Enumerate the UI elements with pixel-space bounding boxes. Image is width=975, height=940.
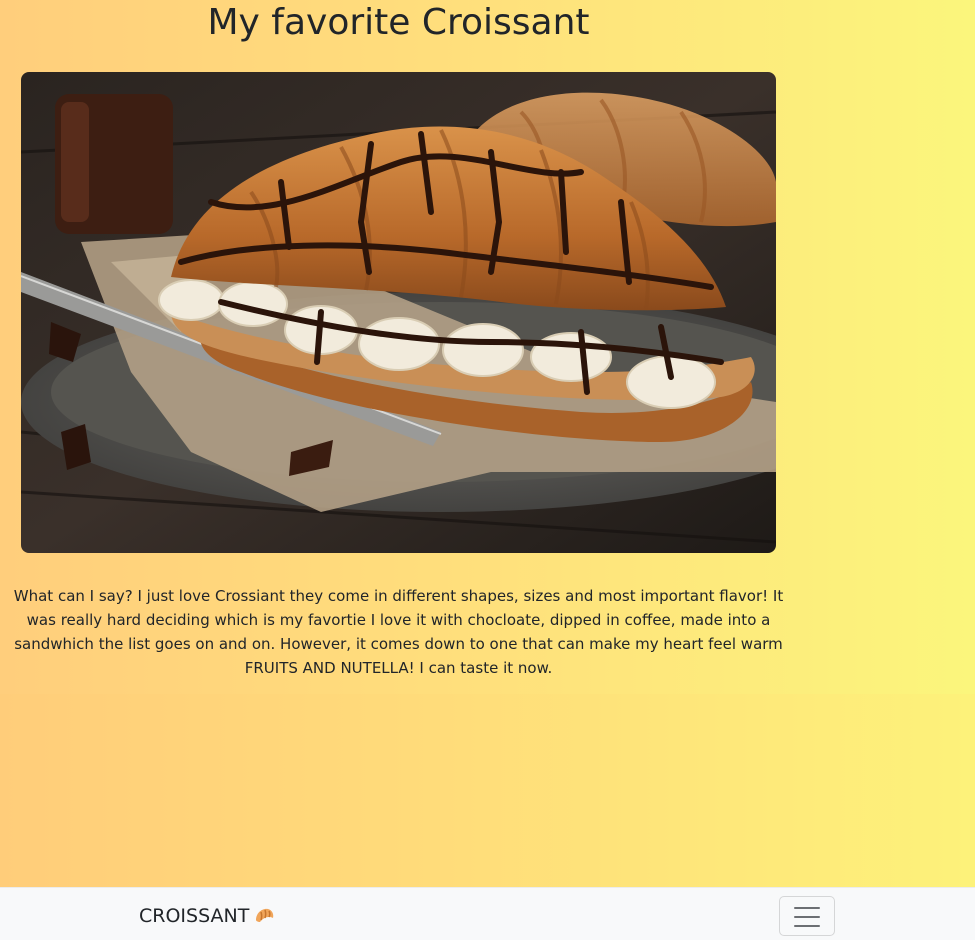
- navbar-toggler-button[interactable]: [779, 896, 835, 936]
- content-panel: My favorite Croissant What can I say? I …: [0, 0, 975, 694]
- croissant-icon: [252, 904, 276, 928]
- bottom-navbar: CROISSANT: [0, 887, 975, 940]
- croissant-photo: [21, 72, 776, 553]
- description-text: What can I say? I just love Crossiant th…: [13, 587, 784, 677]
- brand-link[interactable]: CROISSANT: [139, 904, 276, 928]
- page-title: My favorite Croissant: [207, 2, 590, 43]
- brand-label: CROISSANT: [139, 905, 250, 927]
- hamburger-menu-icon: [794, 907, 820, 927]
